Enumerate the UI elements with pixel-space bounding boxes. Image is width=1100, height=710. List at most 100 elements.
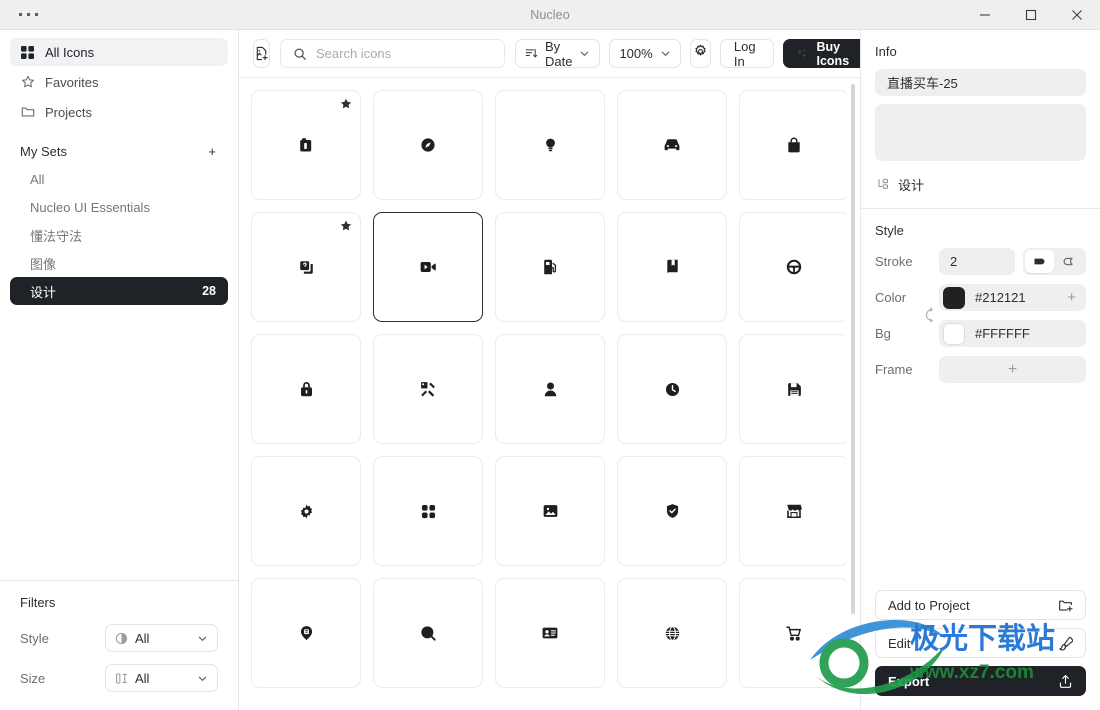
sort-dropdown[interactable]: By Date xyxy=(515,38,601,69)
search-input[interactable] xyxy=(316,46,492,61)
icon-storefront[interactable] xyxy=(739,456,846,566)
icon-set-tag[interactable]: 设计 xyxy=(875,169,1086,208)
icon-globe[interactable] xyxy=(617,578,727,688)
favorite-star-icon[interactable] xyxy=(340,98,352,110)
sort-label: By Date xyxy=(545,38,573,69)
icon-steering-wheel-glyph xyxy=(786,259,802,275)
minimize-icon[interactable] xyxy=(962,0,1008,30)
color-swatch[interactable] xyxy=(943,286,965,309)
add-to-project-button[interactable]: Add to Project xyxy=(875,590,1086,620)
icon-steering-wheel[interactable] xyxy=(739,212,846,322)
icon-user-glyph xyxy=(544,382,557,397)
grid-scrollbar-thumb[interactable] xyxy=(851,84,855,614)
sidebar-item-projects[interactable]: Projects xyxy=(10,98,228,126)
icon-fuel-pump[interactable] xyxy=(495,212,605,322)
icon-car-front[interactable] xyxy=(617,90,727,200)
filter-select-size[interactable]: All xyxy=(105,664,218,692)
brush-icon xyxy=(1058,636,1073,651)
icon-tags-glyph xyxy=(420,381,436,397)
login-button[interactable]: Log In xyxy=(719,39,774,69)
icon-battery-charging[interactable] xyxy=(251,90,361,200)
icon-clock-glyph xyxy=(665,382,680,397)
set-item-nucleo-ui-essentials[interactable]: Nucleo UI Essentials xyxy=(10,193,228,221)
stroke-input[interactable]: 2 xyxy=(939,248,1015,275)
icon-notes-field[interactable] xyxy=(875,104,1086,161)
maximize-icon[interactable] xyxy=(1008,0,1054,30)
icon-clock[interactable] xyxy=(617,334,727,444)
sidebar-item-favorites[interactable]: Favorites xyxy=(10,68,228,96)
icon-book-bookmark-glyph xyxy=(666,259,679,275)
export-button[interactable]: Export xyxy=(875,666,1086,696)
color-row: Color #212121 + xyxy=(875,284,1086,311)
icon-save-disk[interactable] xyxy=(739,334,846,444)
icon-shield-check[interactable] xyxy=(617,456,727,566)
icon-bag[interactable] xyxy=(739,90,846,200)
sparkle-icon xyxy=(797,48,809,60)
icon-lightbulb[interactable] xyxy=(495,90,605,200)
swap-colors-icon[interactable] xyxy=(925,307,936,326)
panel-actions: Add to Project Edit Export xyxy=(861,590,1100,710)
color-swatch-box[interactable]: #212121 + xyxy=(939,284,1086,311)
icon-image-frame-glyph xyxy=(543,504,558,518)
icon-name-field[interactable]: 直播买车-25 xyxy=(875,69,1086,96)
icon-map-pin-glyph xyxy=(300,625,313,641)
gear-icon xyxy=(693,44,708,64)
title-bar: Nucleo xyxy=(0,0,1100,30)
sidebar-item-all-icons[interactable]: All Icons xyxy=(10,38,228,66)
style-section: Style Stroke 2 Color #212121 + Bg #FFFFF… xyxy=(861,209,1100,392)
window-controls xyxy=(962,0,1100,30)
icon-bag-glyph xyxy=(787,137,801,153)
icon-user[interactable] xyxy=(495,334,605,444)
frame-row: Frame + xyxy=(875,356,1086,383)
set-item-4[interactable]: 图像 xyxy=(10,249,228,277)
add-color-button[interactable]: + xyxy=(1067,290,1078,305)
icon-compass[interactable] xyxy=(373,90,483,200)
edit-button[interactable]: Edit xyxy=(875,628,1086,658)
zoom-dropdown[interactable]: 100% xyxy=(609,39,681,68)
settings-button[interactable] xyxy=(689,39,711,68)
icon-lock-glyph xyxy=(300,381,313,397)
icon-four-squares-glyph xyxy=(421,504,436,519)
favorite-star-icon[interactable] xyxy=(340,220,352,232)
icon-shopping-cart[interactable] xyxy=(739,578,846,688)
set-item-5-selected[interactable]: 设计 28 xyxy=(10,277,228,305)
icon-gear[interactable] xyxy=(251,456,361,566)
search-box[interactable] xyxy=(280,39,505,68)
info-section: Info 直播买车-25 设计 xyxy=(861,30,1100,208)
icon-copy-question[interactable] xyxy=(251,212,361,322)
sharp-cap-icon[interactable] xyxy=(1056,250,1085,273)
close-icon[interactable] xyxy=(1054,0,1100,30)
stroke-label: Stroke xyxy=(875,254,913,269)
icon-map-pin[interactable] xyxy=(251,578,361,688)
stroke-row: Stroke 2 xyxy=(875,248,1086,275)
bg-swatch[interactable] xyxy=(943,322,965,345)
buy-icons-button[interactable]: Buy Icons xyxy=(782,39,868,68)
ellipsis-icon[interactable] xyxy=(0,13,38,16)
icon-id-card[interactable] xyxy=(495,578,605,688)
grid-scrollbar[interactable] xyxy=(846,78,860,710)
filters-section: Filters Style All Size All xyxy=(0,580,238,710)
icon-compass-glyph xyxy=(420,137,436,153)
filter-select-style[interactable]: All xyxy=(105,624,218,652)
bg-swatch-box[interactable]: #FFFFFF xyxy=(939,320,1086,347)
frame-add-button[interactable]: + xyxy=(939,356,1086,383)
main-area: By Date 100% xyxy=(239,30,868,710)
rounded-cap-icon[interactable] xyxy=(1025,250,1054,273)
icon-four-squares[interactable] xyxy=(373,456,483,566)
set-item-3[interactable]: 懂法守法 xyxy=(10,221,228,249)
icon-image-frame[interactable] xyxy=(495,456,605,566)
set-item-all[interactable]: All xyxy=(10,165,228,193)
icon-tags[interactable] xyxy=(373,334,483,444)
add-set-button[interactable]: + xyxy=(206,145,218,158)
icon-fuel-pump-glyph xyxy=(543,259,557,275)
icon-battery-charging-glyph xyxy=(298,137,314,153)
icon-lock[interactable] xyxy=(251,334,361,444)
icon-search-magnifier[interactable] xyxy=(373,578,483,688)
sidebar-item-label: All Icons xyxy=(45,44,95,60)
icon-lightbulb-glyph xyxy=(544,138,557,153)
add-icon-button[interactable] xyxy=(253,39,270,68)
chevron-down-icon xyxy=(660,48,671,59)
icon-video-camera-selected[interactable] xyxy=(373,212,483,322)
icon-book-bookmark[interactable] xyxy=(617,212,727,322)
